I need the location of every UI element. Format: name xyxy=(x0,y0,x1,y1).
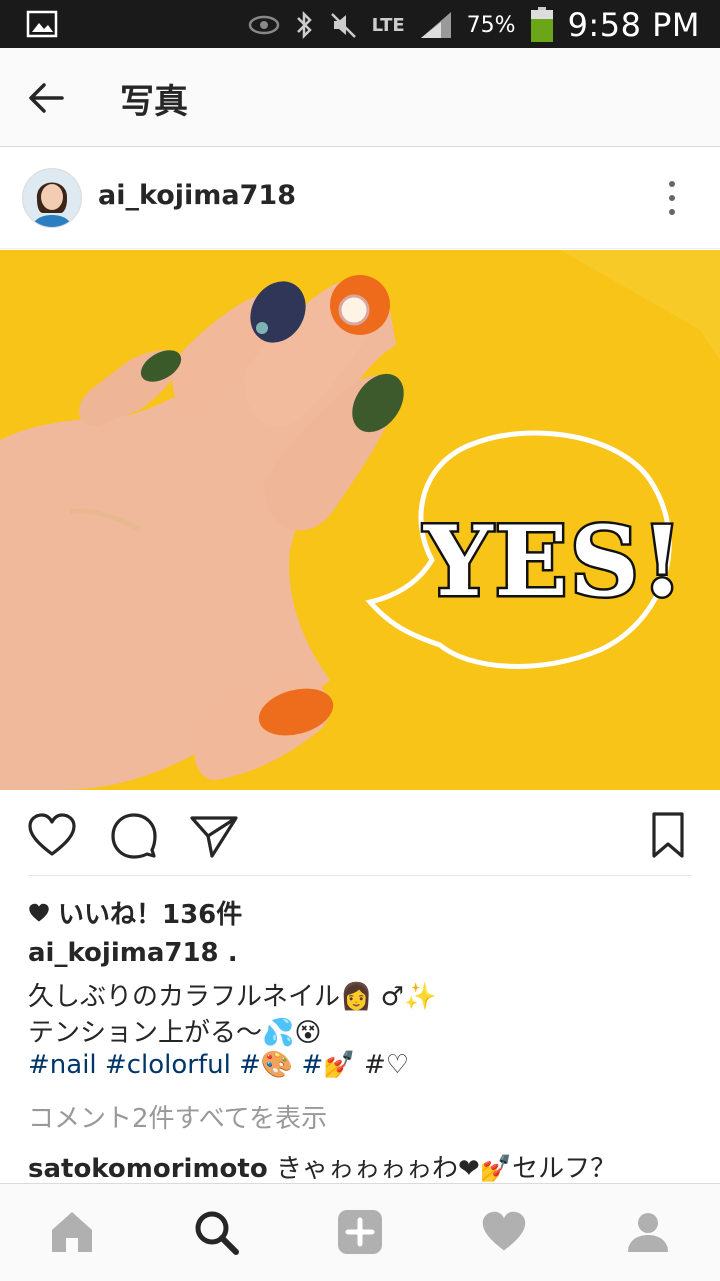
small-heart-icon xyxy=(29,903,49,921)
post-actions xyxy=(0,790,720,876)
comment-icon[interactable] xyxy=(108,810,160,862)
heart-icon[interactable] xyxy=(26,810,78,862)
photo-text: YES! xyxy=(423,505,685,618)
comment-text: きゃゎゎゎゎわ❤💅セルフ？ xyxy=(275,1154,617,1184)
hashtag[interactable]: #clolorful xyxy=(105,1050,231,1080)
add-post-icon[interactable] xyxy=(336,1208,384,1256)
caption-line-2: テンション上がる〜💦😵 xyxy=(28,1018,322,1048)
avatar[interactable] xyxy=(22,168,82,228)
hashtag[interactable]: #🎨 xyxy=(239,1050,293,1080)
battery-icon xyxy=(530,7,553,42)
profile-icon[interactable] xyxy=(624,1208,672,1256)
back-arrow-icon[interactable] xyxy=(26,78,66,118)
image-notification-icon xyxy=(26,10,58,42)
network-type: LTE xyxy=(371,14,405,36)
caption-username[interactable]: ai_kojima718 . xyxy=(28,938,238,968)
signal-icon xyxy=(420,12,451,38)
hashtag[interactable]: #💅 xyxy=(302,1050,356,1080)
bookmark-icon[interactable] xyxy=(642,810,694,862)
more-options-icon[interactable] xyxy=(660,180,684,216)
activity-heart-icon[interactable] xyxy=(480,1208,528,1256)
page-title: 写真 xyxy=(120,82,188,122)
bottom-tab-bar xyxy=(0,1183,720,1281)
post-username[interactable]: ai_kojima718 xyxy=(98,180,296,211)
like-count[interactable]: いいね！136件 xyxy=(28,894,242,931)
mute-icon xyxy=(330,13,356,38)
hashtag[interactable]: #nail xyxy=(28,1050,97,1080)
hashtags: #nail #clolorful #🎨 #💅 #♡ xyxy=(28,1050,409,1080)
home-icon[interactable] xyxy=(48,1208,96,1256)
post-header: ai_kojima718 xyxy=(0,148,720,249)
post-photo[interactable]: YES! xyxy=(0,250,720,790)
app-bar: 写真 xyxy=(0,48,720,147)
hashtag[interactable]: #♡ xyxy=(364,1050,409,1080)
caption-line-1: 久しぶりのカラフルネイル👩 ♂✨ xyxy=(28,982,437,1012)
bluetooth-icon xyxy=(296,10,312,40)
share-icon[interactable] xyxy=(188,810,240,862)
like-count-label: いいね！136件 xyxy=(58,900,243,930)
comment-username[interactable]: satokomorimoto xyxy=(28,1154,268,1184)
search-icon[interactable] xyxy=(192,1208,240,1256)
divider xyxy=(28,875,692,876)
comment: satokomorimoto きゃゎゎゎゎわ❤💅セルフ？ xyxy=(28,1148,616,1185)
battery-percent: 75% xyxy=(466,12,516,38)
status-bar: LTE 75% 9:58 PM xyxy=(0,0,720,48)
view-all-comments-link[interactable]: コメント2件すべてを表示 xyxy=(28,1098,327,1135)
eye-icon xyxy=(248,15,279,35)
clock: 9:58 PM xyxy=(567,6,700,44)
